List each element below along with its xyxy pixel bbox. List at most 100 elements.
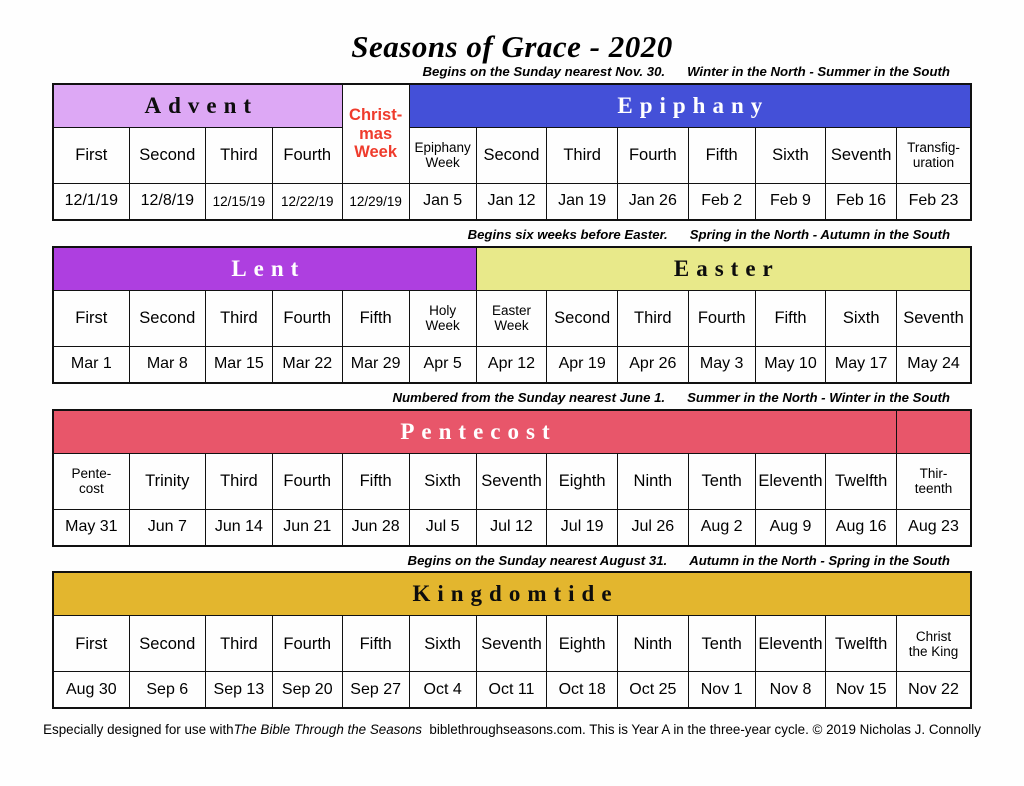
week-name-cell: Sixth xyxy=(825,289,897,347)
week-date-cell: Mar 1 xyxy=(52,345,130,384)
week-date-cell: Sep 20 xyxy=(271,671,343,709)
season-section-pentecost: Numbered from the Sunday nearest June 1.… xyxy=(52,390,972,547)
week-date-cell: Feb 9 xyxy=(754,182,827,221)
week-date-cell: May 24 xyxy=(896,345,972,384)
week-name-cell: Third xyxy=(204,452,273,510)
week-date-cell: 12/29/19 xyxy=(341,182,410,221)
week-date-cell: Aug 9 xyxy=(754,508,827,547)
caption-hemisphere: Summer in the North - Winter in the Sout… xyxy=(687,389,950,405)
week-date-cell: 12/22/19 xyxy=(271,182,343,221)
footer-credit: Especially designed for use withThe Bibl… xyxy=(42,715,982,738)
season-section-kingdomtide: Begins on the Sunday nearest August 31. A… xyxy=(52,553,972,710)
week-date-cell: Jul 26 xyxy=(616,508,689,547)
week-date-cell: Sep 13 xyxy=(204,671,273,709)
week-date-row: May 31 Jun 7 Jun 14 Jun 21 Jun 28 Jul 5 Jul 12… xyxy=(52,508,972,547)
week-date-cell: Jun 21 xyxy=(271,508,343,547)
week-name-cell: Fourth xyxy=(271,289,343,347)
week-date-cell: May 17 xyxy=(825,345,897,384)
week-date-cell: Jun 14 xyxy=(204,508,273,547)
footer-text-part1: Especially designed for use with xyxy=(43,722,234,738)
week-date-cell: Feb 23 xyxy=(896,182,972,221)
week-name-cell: Eighth xyxy=(546,452,618,510)
week-date-cell: Mar 8 xyxy=(128,345,206,384)
week-name-cell: Fifth xyxy=(754,289,827,347)
week-name-cell: Third xyxy=(616,289,689,347)
week-name-cell: Fourth xyxy=(271,615,343,673)
week-name-cell: Pente- cost xyxy=(52,452,130,510)
week-date-cell: Apr 5 xyxy=(408,345,477,384)
week-name-cell: Fourth xyxy=(271,452,343,510)
week-name-cell: Trinity xyxy=(128,452,206,510)
season-table: Kingdomtide First Second Third Fourth Fifth Si… xyxy=(52,571,972,710)
week-name-cell: Eleventh xyxy=(754,615,827,673)
week-date-cell: Nov 8 xyxy=(754,671,827,709)
week-name-cell: Third xyxy=(204,615,273,673)
banner-row: Pentecost xyxy=(52,409,972,454)
footer-text-part2: biblethroughseasons.com. This is Year A … xyxy=(429,722,981,738)
week-name-cell: Second xyxy=(128,126,206,184)
banner-row: Kingdomtide xyxy=(52,571,972,617)
week-date-cell: Apr 26 xyxy=(616,345,689,384)
week-name-cell: Transfig- uration xyxy=(896,126,972,184)
christmas-week-cell: Christ- mas Week xyxy=(341,83,410,184)
sections-container: Begins on the Sunday nearest Nov. 30. Win… xyxy=(0,64,1024,710)
week-name-cell: Ninth xyxy=(616,615,689,673)
week-date-cell: Jun 7 xyxy=(128,508,206,547)
week-date-row: Aug 30 Sep 6 Sep 13 Sep 20 Sep 27 Oct 4 Oct 11… xyxy=(52,671,972,709)
week-date-cell: Nov 1 xyxy=(687,671,756,709)
week-name-cell: Fifth xyxy=(341,289,410,347)
week-date-row: 12/1/19 12/8/19 12/15/19 12/22/19 12/29/19 Ja… xyxy=(52,182,972,221)
week-name-cell: First xyxy=(52,289,130,347)
week-name-cell: Christ the King xyxy=(896,615,972,673)
week-name-cell: Third xyxy=(204,126,273,184)
week-date-cell: Oct 18 xyxy=(546,671,618,709)
week-name-cell: Seventh xyxy=(825,126,897,184)
week-name-cell: Holy Week xyxy=(408,289,477,347)
week-name-cell: Easter Week xyxy=(475,289,548,347)
week-name-cell: First xyxy=(52,126,130,184)
week-date-cell: Oct 4 xyxy=(408,671,477,709)
week-date-cell: Apr 12 xyxy=(475,345,548,384)
season-banner-easter: Easter xyxy=(475,246,972,291)
banner-row: Advent Christ- mas Week Epiphany xyxy=(52,83,972,184)
week-date-row: Mar 1 Mar 8 Mar 15 Mar 22 Mar 29 Apr 5 Apr 12 A… xyxy=(52,345,972,384)
banner-row: Lent Easter xyxy=(52,246,972,291)
caption-hemisphere: Spring in the North - Autumn in the Sout… xyxy=(689,226,950,242)
week-name-cell: Epiphany Week xyxy=(408,126,477,184)
season-section-advent-epiphany: Begins on the Sunday nearest Nov. 30. Win… xyxy=(52,64,972,221)
caption-start-rule: Begins six weeks before Easter. xyxy=(467,226,668,242)
caption-hemisphere: Winter in the North - Summer in the Sout… xyxy=(687,64,950,80)
calendar-page: Seasons of Grace - 2020 Begins on the Su… xyxy=(0,0,1024,786)
week-name-cell: Eleventh xyxy=(754,452,827,510)
week-date-cell: Jan 19 xyxy=(546,182,618,221)
week-date-cell: May 10 xyxy=(754,345,827,384)
season-caption: Begins on the Sunday nearest August 31. A… xyxy=(52,553,972,572)
page-title: Seasons of Grace - 2020 xyxy=(351,29,673,64)
season-caption: Numbered from the Sunday nearest June 1.… xyxy=(52,390,972,409)
week-name-cell: Third xyxy=(546,126,618,184)
week-date-cell: Jan 12 xyxy=(475,182,548,221)
week-date-cell: Mar 15 xyxy=(204,345,273,384)
week-name-cell: Eighth xyxy=(546,615,618,673)
week-date-cell: May 31 xyxy=(52,508,130,547)
season-section-lent-easter: Begins six weeks before Easter. Spring in… xyxy=(52,227,972,384)
week-date-cell: Aug 23 xyxy=(896,508,972,547)
week-name-cell: Fourth xyxy=(616,126,689,184)
week-date-cell: Jan 26 xyxy=(616,182,689,221)
week-name-cell: Second xyxy=(128,615,206,673)
season-banner-pentecost: Pentecost xyxy=(52,409,897,454)
caption-start-rule: Numbered from the Sunday nearest June 1. xyxy=(392,389,666,405)
week-name-cell: Third xyxy=(204,289,273,347)
season-banner-epiphany: Epiphany xyxy=(408,83,972,128)
season-banner-kingdomtide: Kingdomtide xyxy=(52,571,972,617)
week-name-cell: Thir- teenth xyxy=(896,452,972,510)
week-date-cell: Feb 16 xyxy=(825,182,897,221)
week-name-row: First Second Third Fourth Fifth Sixth Seventh E… xyxy=(52,615,972,673)
week-name-row: First Second Third Fourth Epiphany Week Secon… xyxy=(52,126,972,184)
week-name-cell: Twelfth xyxy=(825,615,897,673)
week-date-cell: Aug 16 xyxy=(825,508,897,547)
week-name-cell: Fourth xyxy=(687,289,756,347)
week-date-cell: Mar 22 xyxy=(271,345,343,384)
week-date-cell: Aug 2 xyxy=(687,508,756,547)
week-date-cell: Sep 27 xyxy=(341,671,410,709)
